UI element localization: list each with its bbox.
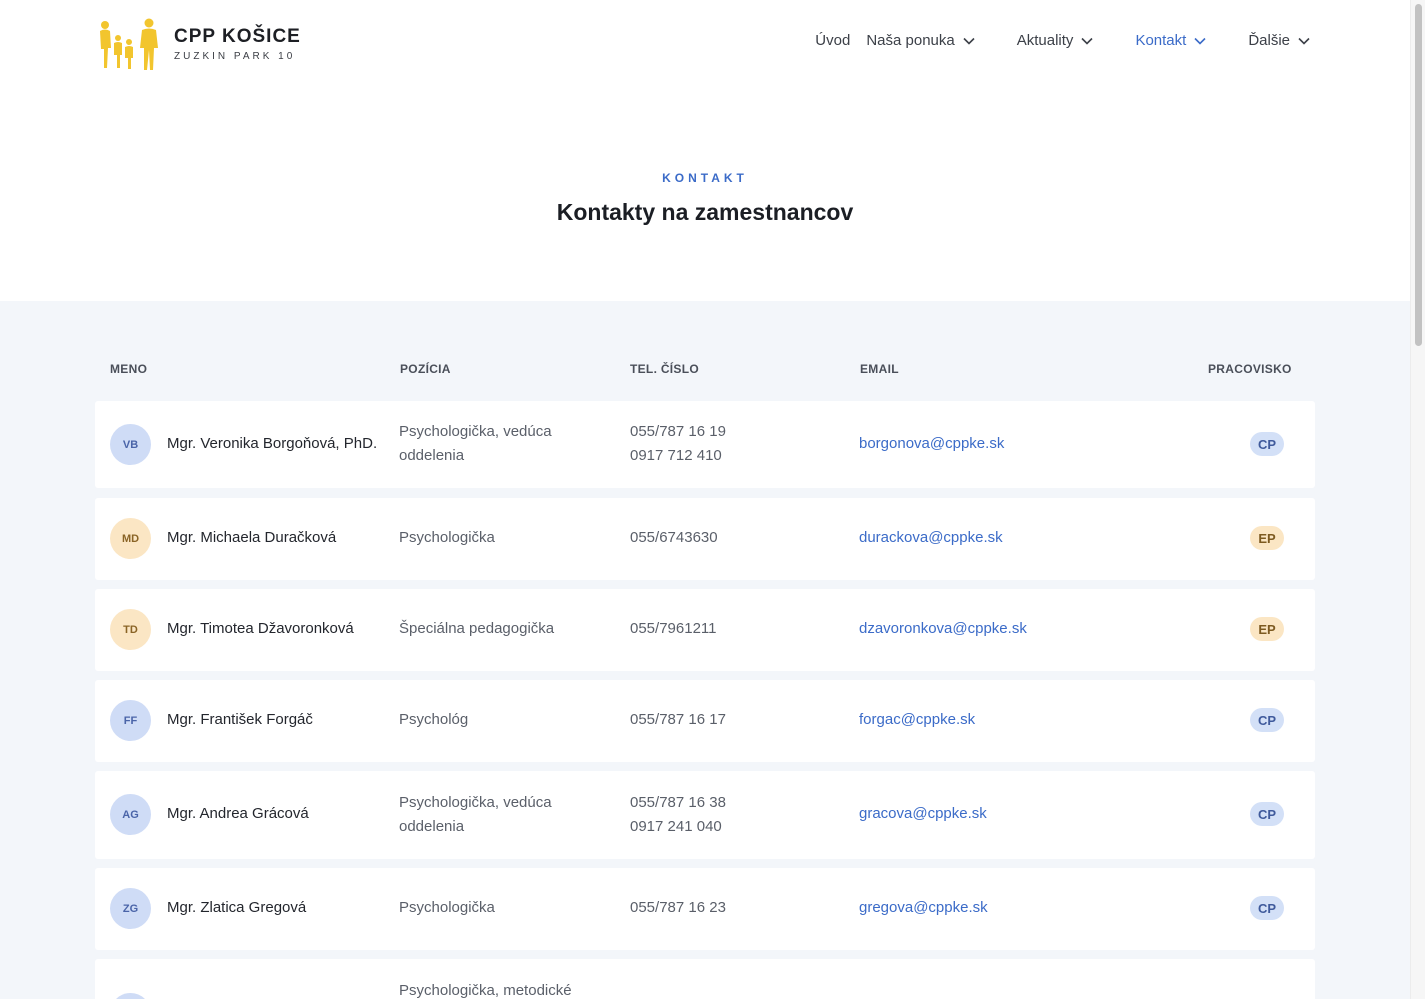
contact-phone: 055/787 16 17 bbox=[630, 711, 726, 728]
workplace-badge: CP bbox=[1250, 432, 1284, 456]
table-row: FF Mgr. František Forgáč Psychológ 055/7… bbox=[95, 680, 1315, 762]
contact-phone: 055/7961211 bbox=[630, 620, 717, 637]
section-eyebrow: KONTAKT bbox=[662, 171, 748, 185]
contact-email-link[interactable]: dzavoronkova@cppke.sk bbox=[859, 617, 1027, 641]
contact-position: Špeciálna pedagogička bbox=[399, 620, 555, 637]
avatar: MD bbox=[110, 518, 151, 559]
contact-position: Psychologička bbox=[399, 529, 495, 546]
column-header-name: MENO bbox=[110, 362, 148, 376]
contact-email-link[interactable]: gracova@cppke.sk bbox=[859, 802, 987, 826]
nav-item-nasa-ponuka[interactable]: Naša ponuka bbox=[866, 32, 975, 49]
scrollbar-thumb[interactable] bbox=[1415, 4, 1422, 346]
nav-item-label: Úvod bbox=[815, 32, 851, 49]
family-logo-icon bbox=[100, 18, 158, 70]
site-header: CPP KOŠICE ZUZKIN PARK 10 Úvod Naša ponu… bbox=[0, 0, 1410, 300]
contact-position: Psychologička, vedúca oddelenia bbox=[399, 423, 552, 464]
contact-name: Mgr. Veronika Borgoňová, PhD. bbox=[167, 435, 378, 452]
table-row: VB Mgr. Veronika Borgoňová, PhD. Psychol… bbox=[95, 401, 1315, 488]
table-row: TD Mgr. Timotea Džavoronková Špeciálna p… bbox=[95, 589, 1315, 671]
contact-position: Psychologička, vedúca oddelenia bbox=[399, 794, 552, 835]
contact-name: Mgr. Andrea Grácová bbox=[167, 805, 309, 822]
nav-item-aktuality[interactable]: Aktuality bbox=[1017, 32, 1094, 49]
workplace-badge: CP bbox=[1250, 802, 1284, 826]
avatar: ZG bbox=[110, 888, 151, 929]
table-row: ZG Mgr. Zlatica Gregová Psychologička 05… bbox=[95, 868, 1315, 950]
nav-item-dalsie[interactable]: Ďalšie bbox=[1248, 32, 1310, 49]
contact-position: Psychologička, metodické bbox=[399, 982, 572, 999]
logo-title: CPP KOŠICE bbox=[174, 26, 301, 47]
contact-name: Mgr. Michaela Duračková bbox=[167, 529, 337, 546]
chevron-down-icon bbox=[963, 32, 975, 49]
contact-position: Psychologička bbox=[399, 899, 495, 916]
site-logo[interactable]: CPP KOŠICE ZUZKIN PARK 10 bbox=[96, 18, 301, 72]
table-header: MENO POZÍCIA TEL. ČÍSLO EMAIL PRACOVISKO bbox=[110, 362, 1291, 376]
table-row: MD Mgr. Michaela Duračková Psychologička… bbox=[95, 498, 1315, 580]
avatar: TD bbox=[110, 609, 151, 650]
nav-item-kontakt[interactable]: Kontakt bbox=[1135, 32, 1206, 49]
contact-email-link[interactable]: durackova@cppke.sk bbox=[859, 526, 1003, 550]
nav-item-uvod[interactable]: Úvod bbox=[815, 32, 850, 49]
nav-item-label: Ďalšie bbox=[1248, 32, 1290, 49]
workplace-badge: EP bbox=[1250, 617, 1284, 641]
workplace-badge: EP bbox=[1250, 526, 1284, 550]
contact-email-link[interactable]: gregova@cppke.sk bbox=[859, 896, 988, 920]
contact-name: Mgr. Zlatica Gregová bbox=[167, 899, 307, 916]
avatar: VB bbox=[110, 424, 151, 465]
column-header-workplace: PRACOVISKO bbox=[1208, 362, 1292, 376]
avatar bbox=[110, 993, 151, 999]
contact-name: Mgr. Timotea Džavoronková bbox=[167, 620, 354, 637]
logo-subtitle: ZUZKIN PARK 10 bbox=[174, 51, 296, 62]
column-header-phone: TEL. ČÍSLO bbox=[630, 362, 699, 376]
contact-phone: 055/787 16 19 0917 712 410 bbox=[630, 423, 726, 464]
contact-phone: 055/787 16 23 bbox=[630, 899, 726, 916]
page-title: Kontakty na zamestnancov bbox=[556, 199, 854, 225]
contact-phone: 055/6743630 bbox=[630, 529, 718, 546]
contact-email-link[interactable]: forgac@cppke.sk bbox=[859, 708, 975, 732]
contact-phone: 055/787 16 38 0917 241 040 bbox=[630, 794, 726, 835]
column-header-email: EMAIL bbox=[860, 362, 899, 376]
avatar: FF bbox=[110, 700, 151, 741]
contacts-section: MENO POZÍCIA TEL. ČÍSLO EMAIL PRACOVISKO… bbox=[0, 301, 1410, 999]
contact-name: Mgr. František Forgáč bbox=[167, 711, 313, 728]
workplace-badge: CP bbox=[1250, 896, 1284, 920]
workplace-badge: CP bbox=[1250, 708, 1284, 732]
table-row: Psychologička, metodické bbox=[95, 959, 1315, 999]
avatar: AG bbox=[110, 794, 151, 835]
contact-position: Psychológ bbox=[399, 711, 469, 728]
main-nav: Úvod Naša ponuka Aktuality Kontakt Ďalši… bbox=[815, 32, 1310, 49]
column-header-position: POZÍCIA bbox=[400, 362, 451, 376]
nav-item-label: Naša ponuka bbox=[866, 32, 955, 49]
chevron-down-icon bbox=[1081, 32, 1094, 49]
table-row: AG Mgr. Andrea Grácová Psychologička, ve… bbox=[95, 771, 1315, 859]
nav-item-label: Aktuality bbox=[1016, 32, 1074, 49]
nav-item-label: Kontakt bbox=[1135, 32, 1187, 49]
contact-email-link[interactable]: borgonova@cppke.sk bbox=[859, 432, 1004, 456]
chevron-down-icon bbox=[1194, 32, 1206, 49]
chevron-down-icon bbox=[1298, 32, 1310, 49]
page-scrollbar[interactable] bbox=[1410, 0, 1425, 999]
